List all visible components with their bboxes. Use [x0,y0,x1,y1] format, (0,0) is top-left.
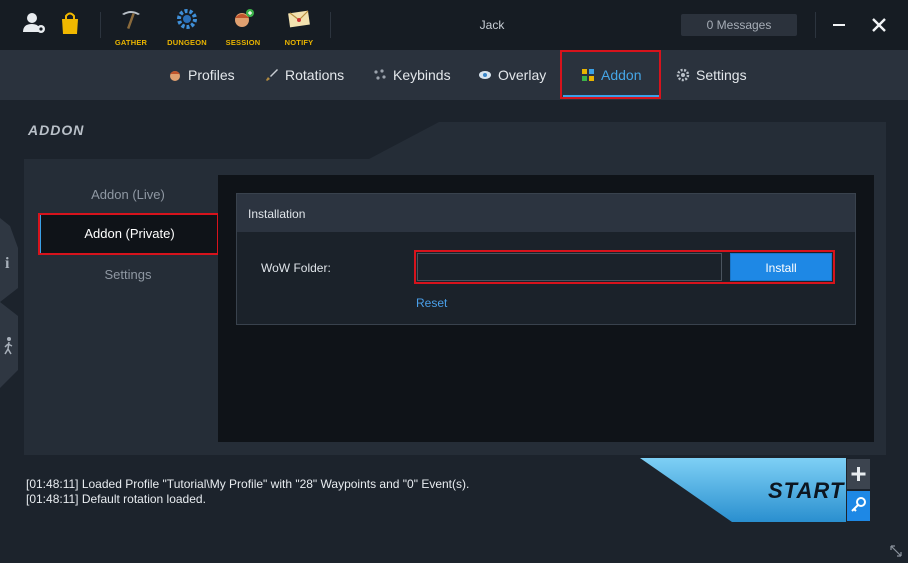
tab-keybinds-label: Keybinds [393,67,451,83]
installation-header [237,194,855,232]
close-icon[interactable] [866,12,892,38]
run-side-tab[interactable] [0,302,18,388]
gear-icon [177,9,197,29]
tab-overlay-label: Overlay [498,67,547,83]
notify-label: NOTIFY [284,38,314,47]
sword-icon [266,69,278,81]
log-line: [01:48:11] Default rotation loaded. [26,492,206,506]
dungeon-button[interactable]: DUNGEON [162,8,212,47]
resize-icon[interactable] [890,545,902,557]
pickaxe-icon [122,11,140,29]
cog-icon [676,68,690,82]
envelope-icon [288,10,310,28]
tab-profiles[interactable]: Profiles [168,50,235,100]
add-icon[interactable] [847,459,870,489]
highlight-box [38,213,219,255]
log-output: [01:48:11] Loaded Profile "Tutorial\My P… [26,477,469,507]
profiles-icon [170,71,180,81]
highlight-box [414,250,835,284]
tab-rotations-label: Rotations [285,67,345,83]
eye-icon [479,71,491,79]
wow-folder-label: WoW Folder: [261,261,331,275]
svg-text:i: i [5,255,10,272]
section-title: ADDON [28,122,85,138]
messages-button[interactable]: 0 Messages [681,14,797,36]
username: Jack [479,18,505,32]
separator [815,12,816,38]
gather-button[interactable]: GATHER [106,8,156,47]
notify-button[interactable]: NOTIFY [274,8,324,47]
character-icon [235,9,254,27]
sidebar-item-addon-live[interactable]: Addon (Live) [38,175,218,215]
tab-profiles-label: Profiles [188,67,235,83]
log-line: [01:48:11] Loaded Profile "Tutorial\My P… [26,477,470,491]
tab-keybinds[interactable]: Keybinds [373,50,451,100]
gather-label: GATHER [114,38,148,47]
main-nav: Profiles Rotations Keybinds Overlay Addo… [0,50,908,100]
keybinds-icon [374,69,386,80]
installation-title: Installation [248,207,306,221]
key-icon[interactable] [847,491,870,521]
separator [100,12,101,38]
tab-settings-label: Settings [696,67,747,83]
shop-bag-icon[interactable] [57,10,83,36]
info-side-tab[interactable]: i [0,218,18,302]
session-button[interactable]: SESSION [218,8,268,47]
tab-rotations[interactable]: Rotations [265,50,344,100]
session-label: SESSION [225,38,261,47]
start-label: START [768,478,845,503]
highlight-box [560,50,661,99]
user-settings-icon[interactable] [22,10,48,36]
separator [330,12,331,38]
reset-link[interactable]: Reset [416,296,447,310]
tab-settings[interactable]: Settings [676,50,747,100]
minimize-icon[interactable] [826,12,852,38]
dungeon-label: DUNGEON [167,38,207,47]
sidebar-item-settings[interactable]: Settings [38,255,218,295]
tab-overlay[interactable]: Overlay [478,50,546,100]
